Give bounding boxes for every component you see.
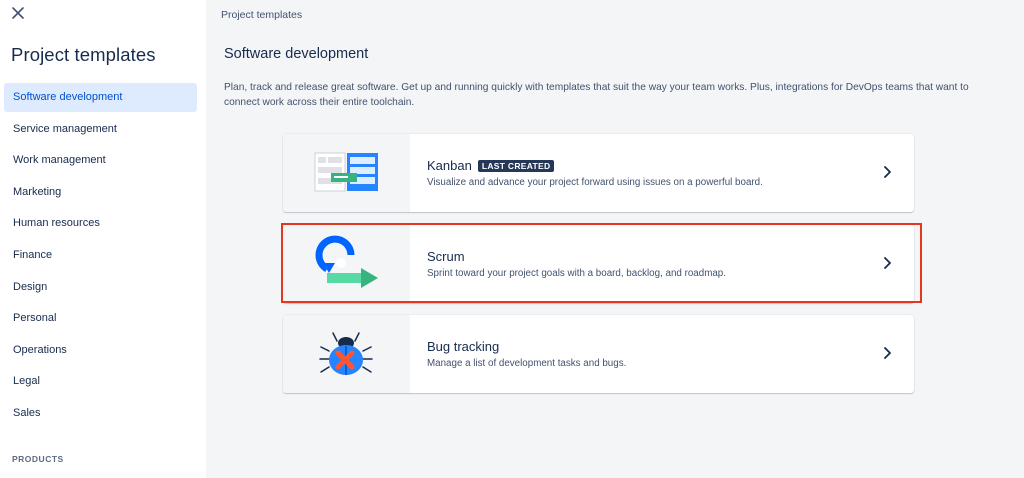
sidebar-item-work-management[interactable]: Work management: [4, 146, 197, 175]
chevron-right-icon: [884, 347, 891, 359]
template-card-scrum[interactable]: Scrum Sprint toward your project goals w…: [283, 225, 914, 303]
breadcrumb[interactable]: Project templates: [221, 9, 302, 21]
sidebar: Project templates Software development S…: [0, 0, 206, 478]
template-title-text: Bug tracking: [427, 339, 500, 354]
bug-illustration: [283, 315, 410, 393]
sidebar-item-legal[interactable]: Legal: [4, 367, 197, 396]
page-title: Software development: [224, 46, 369, 62]
template-title: Kanban LAST CREATED: [427, 158, 555, 173]
chevron-right-icon: [884, 166, 891, 178]
template-title: Scrum: [427, 249, 465, 264]
sidebar-item-personal[interactable]: Personal: [4, 304, 197, 333]
products-section-label: PRODUCTS: [12, 454, 64, 464]
template-description: Sprint toward your project goals with a …: [427, 268, 726, 279]
sidebar-item-human-resources[interactable]: Human resources: [4, 209, 197, 238]
template-title: Bug tracking: [427, 339, 499, 354]
chevron-right-icon: [884, 257, 891, 269]
template-title-text: Scrum: [427, 249, 465, 264]
close-icon[interactable]: [9, 4, 27, 22]
template-card-bug-tracking[interactable]: Bug tracking Manage a list of developmen…: [283, 315, 914, 393]
sidebar-nav: Software development Service management …: [4, 83, 197, 431]
sidebar-item-software-development[interactable]: Software development: [4, 83, 197, 112]
sidebar-item-service-management[interactable]: Service management: [4, 115, 197, 144]
template-description: Visualize and advance your project forwa…: [427, 177, 763, 188]
sidebar-item-design[interactable]: Design: [4, 273, 197, 302]
kanban-board-illustration: [283, 134, 410, 212]
sidebar-item-marketing[interactable]: Marketing: [4, 178, 197, 207]
sidebar-title: Project templates: [11, 44, 156, 65]
template-description: Manage a list of development tasks and b…: [427, 358, 627, 369]
sidebar-item-operations[interactable]: Operations: [4, 336, 197, 365]
template-title-text: Kanban: [427, 158, 472, 173]
scrum-cycle-illustration: [283, 225, 410, 303]
section-description: Plan, track and release great software. …: [224, 82, 969, 108]
template-card-kanban[interactable]: Kanban LAST CREATED Visualize and advanc…: [283, 134, 914, 212]
sidebar-item-sales[interactable]: Sales: [4, 399, 197, 428]
sidebar-item-finance[interactable]: Finance: [4, 241, 197, 270]
last-created-badge: LAST CREATED: [477, 159, 555, 172]
